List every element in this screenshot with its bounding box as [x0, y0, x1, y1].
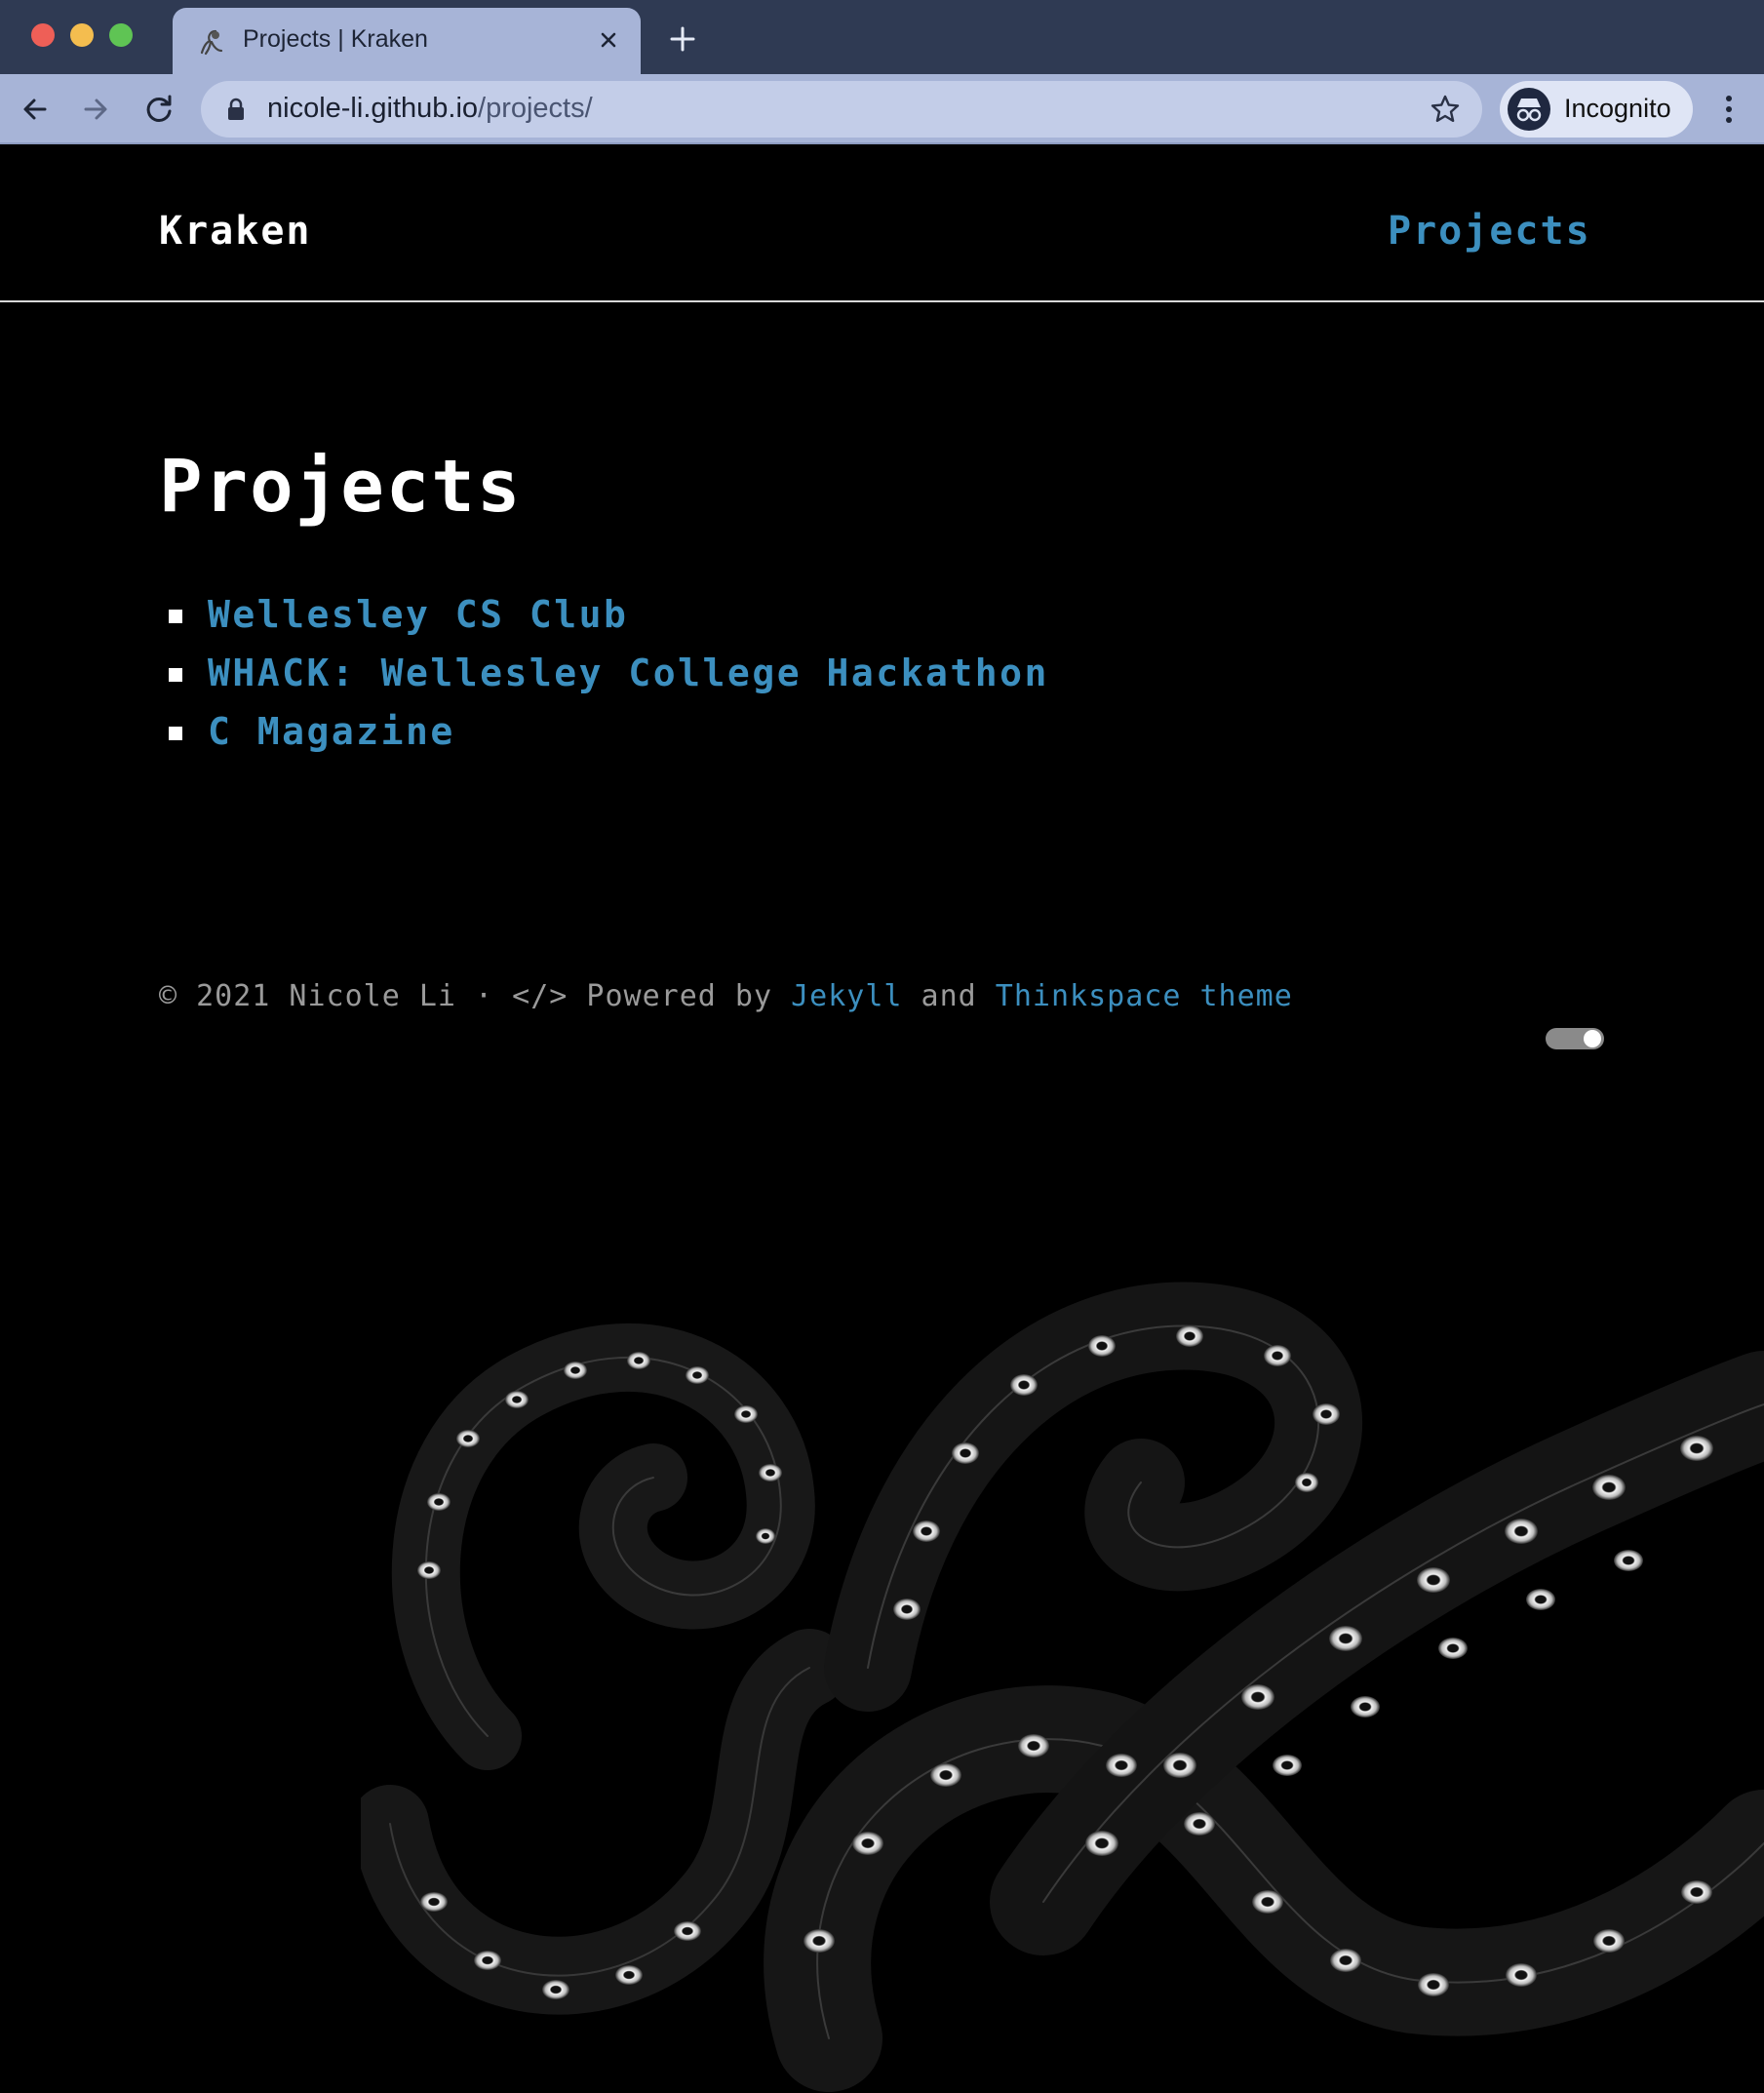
project-link-whack[interactable]: WHACK: Wellesley College Hackathon	[208, 652, 1049, 694]
bullet-marker	[169, 610, 182, 623]
star-icon[interactable]	[1430, 94, 1461, 125]
close-icon[interactable]	[594, 25, 623, 55]
forward-arrow-icon[interactable]	[78, 92, 113, 127]
footer-copyright: © 2021 Nicole Li · </> Powered by	[159, 979, 773, 1013]
tab-title: Projects | Kraken	[243, 25, 428, 53]
web-page: Kraken Projects Projects Wellesley CS Cl…	[0, 146, 1764, 2093]
kebab-menu-icon[interactable]	[1716, 92, 1742, 127]
theme-toggle-switch[interactable]	[1546, 1028, 1604, 1049]
page-title: Projects	[159, 445, 523, 529]
back-arrow-icon[interactable]	[18, 92, 53, 127]
bullet-marker	[169, 727, 182, 740]
plus-icon[interactable]	[667, 23, 698, 55]
address-bar[interactable]: nicole-li.github.io/projects/	[201, 81, 1482, 138]
kraken-favicon-icon	[200, 29, 223, 56]
incognito-profile-button[interactable]: Incognito	[1500, 81, 1693, 138]
minimize-window-button[interactable]	[70, 23, 94, 47]
kraken-tentacles-illustration	[361, 1282, 1764, 2092]
site-header: Kraken Projects	[0, 146, 1764, 302]
incognito-label: Incognito	[1564, 94, 1671, 123]
bullet-marker	[169, 668, 182, 682]
incognito-icon	[1508, 88, 1550, 131]
browser-tab[interactable]: Projects | Kraken	[173, 8, 641, 74]
site-title-link[interactable]: Kraken	[159, 209, 312, 254]
url-text: nicole-li.github.io/projects/	[267, 93, 593, 124]
browser-titlebar: Projects | Kraken	[0, 0, 1764, 74]
project-link-wellesley-cs-club[interactable]: Wellesley CS Club	[208, 593, 628, 636]
thinkspace-theme-link[interactable]: Thinkspace theme	[996, 979, 1293, 1013]
footer-and: and	[921, 979, 977, 1013]
lock-icon[interactable]	[226, 98, 246, 121]
close-window-button[interactable]	[31, 23, 55, 47]
site-footer: © 2021 Nicole Li · </> Powered by Jekyll…	[159, 979, 1293, 1013]
jekyll-link[interactable]: Jekyll	[791, 979, 902, 1013]
maximize-window-button[interactable]	[109, 23, 133, 47]
toggle-knob	[1584, 1030, 1601, 1047]
browser-toolbar: nicole-li.github.io/projects/ Incognito	[0, 74, 1764, 144]
project-link-c-magazine[interactable]: C Magazine	[208, 710, 455, 753]
reload-icon[interactable]	[141, 92, 176, 127]
nav-link-projects[interactable]: Projects	[1388, 209, 1591, 254]
